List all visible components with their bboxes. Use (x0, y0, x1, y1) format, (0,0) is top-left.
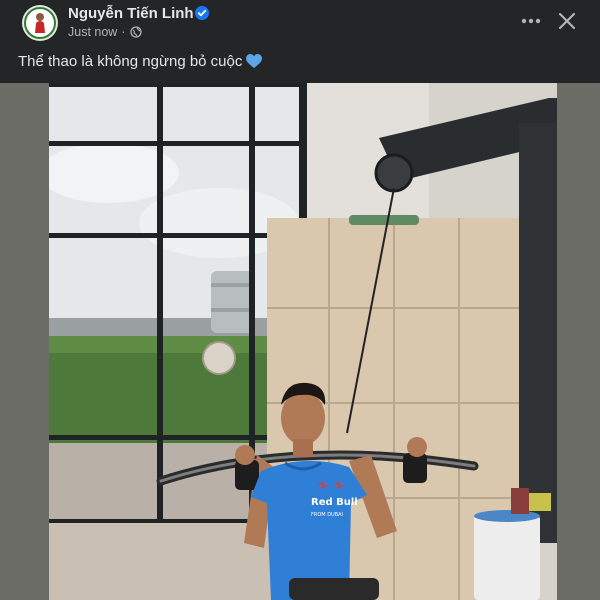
post-caption: Thể thao là không ngừng bỏ cuộc (18, 53, 263, 70)
post-photo[interactable]: Red Bull FROM DUBAI (49, 83, 557, 600)
close-icon (559, 13, 575, 29)
more-options-button[interactable] (514, 6, 548, 36)
avatar-image (22, 5, 58, 41)
verified-badge-icon (195, 6, 209, 20)
timestamp-row: Just now · (68, 25, 142, 39)
timestamp-separator: · (121, 25, 126, 39)
author-avatar[interactable] (22, 5, 58, 41)
blue-heart-icon (246, 54, 263, 69)
post-timestamp[interactable]: Just now (68, 25, 117, 39)
author-name[interactable]: Nguyễn Tiến Linh (68, 5, 194, 22)
post-header: Nguyễn Tiến Linh Just now · (0, 0, 600, 48)
gym-photo-illustration: Red Bull FROM DUBAI (49, 83, 557, 600)
shirt-brand-text: Red Bull (311, 497, 358, 508)
caption-text: Thể thao là không ngừng bỏ cuộc (18, 53, 243, 70)
globe-icon[interactable] (129, 26, 142, 38)
shirt-subtext: FROM DUBAI (311, 512, 343, 518)
close-button[interactable] (552, 6, 582, 36)
more-options-icon (521, 18, 541, 24)
